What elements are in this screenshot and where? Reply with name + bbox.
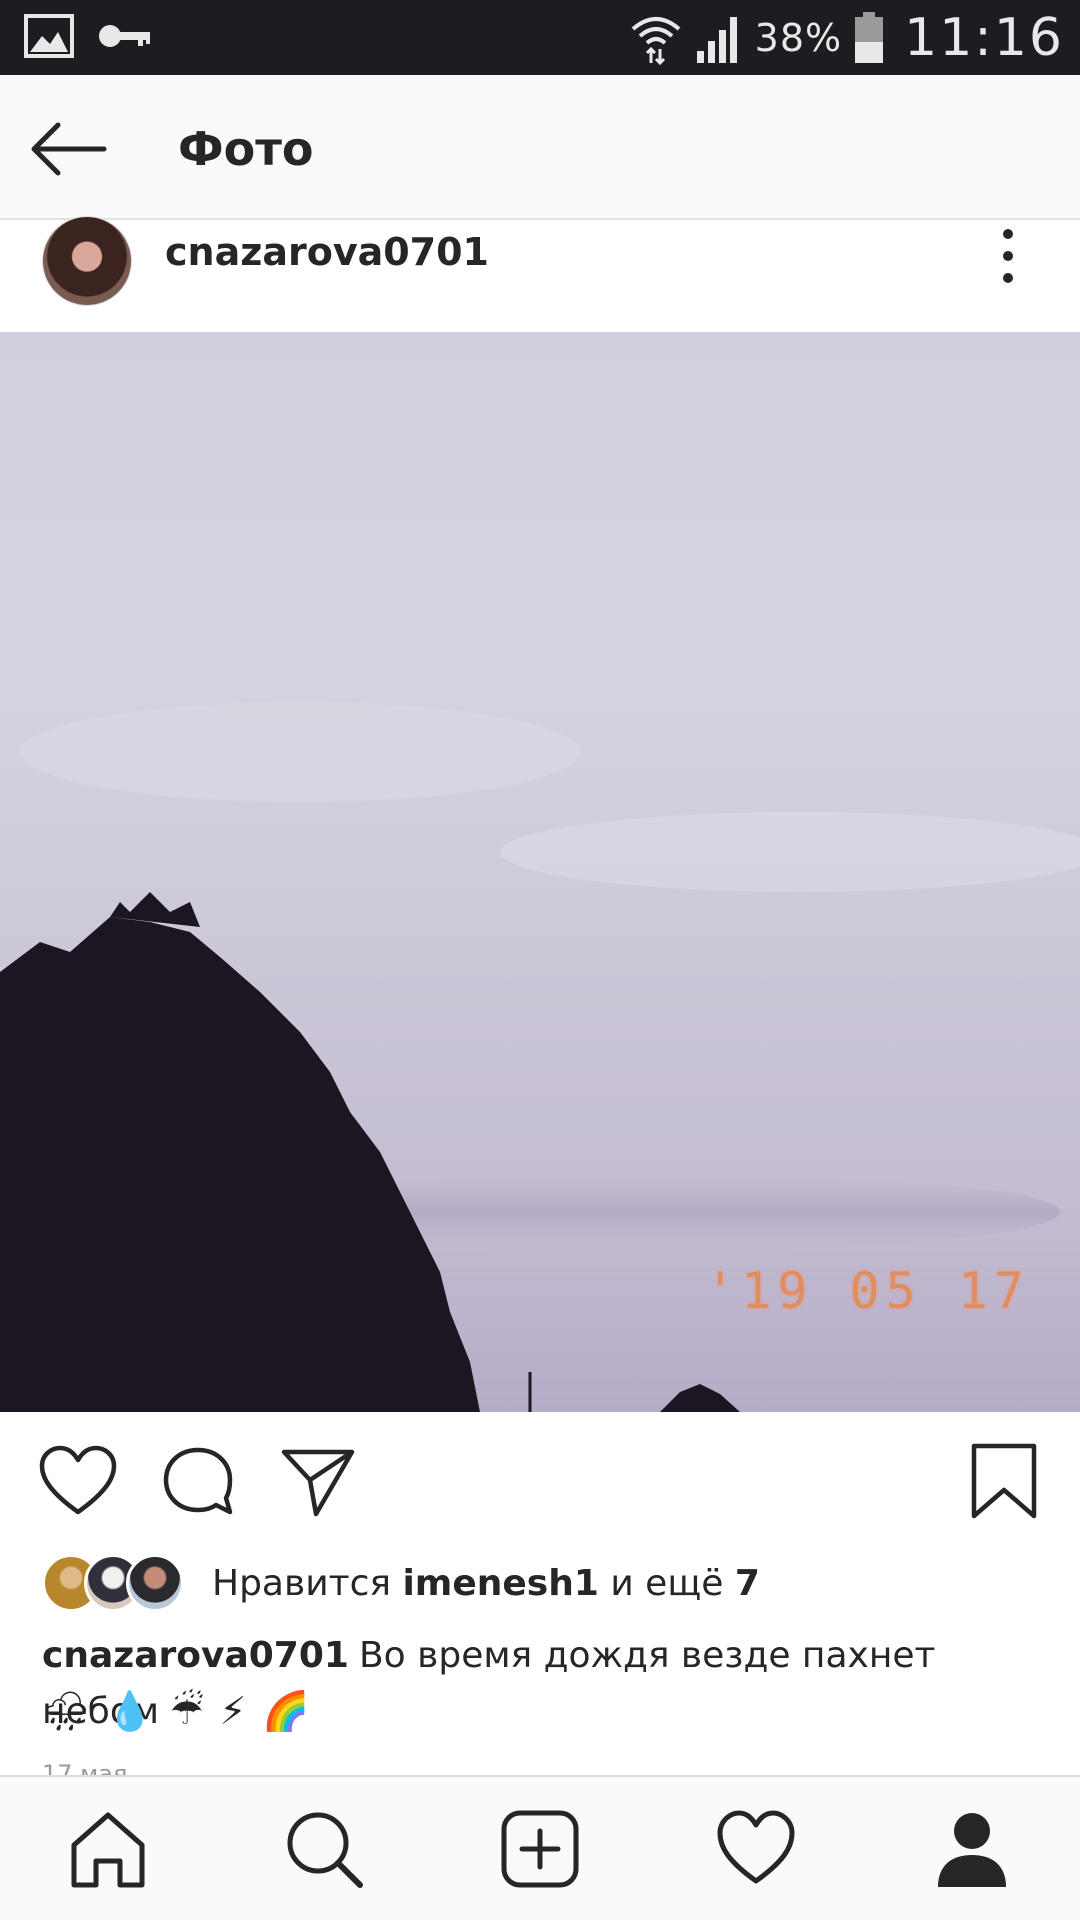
app-header: Фото [0, 75, 1080, 220]
umbrella-emoji: ☔ [169, 1689, 204, 1733]
comment-icon[interactable] [158, 1442, 238, 1522]
search-icon[interactable] [282, 1807, 366, 1891]
activity-heart-icon[interactable] [714, 1807, 798, 1891]
post-username[interactable]: cnazarova0701 [165, 230, 489, 274]
image-icon [24, 14, 74, 58]
post-date: 17 мая [42, 1760, 128, 1776]
signal-icon [696, 16, 737, 63]
back-arrow-icon[interactable] [28, 117, 112, 181]
rainbow-emoji: 🌈 [262, 1689, 310, 1733]
heart-icon[interactable] [38, 1442, 118, 1522]
post-actions [0, 1412, 1080, 1542]
likes-middle: и ещё [598, 1562, 735, 1604]
more-options-icon[interactable] [990, 226, 1026, 286]
bookmark-icon[interactable] [964, 1442, 1044, 1522]
profile-icon[interactable] [930, 1807, 1014, 1891]
lightning-emoji: ⚡ [219, 1689, 247, 1733]
status-bar: 38% 11:16 [0, 0, 1080, 75]
droplet-emoji: 💧 [106, 1689, 154, 1733]
photo-date-stamp: '19 05 17 [705, 1262, 1030, 1320]
post-photo[interactable]: '19 05 17 [0, 332, 1080, 1412]
share-icon[interactable] [278, 1442, 358, 1522]
likes-prefix: Нравится [212, 1562, 403, 1604]
avatar[interactable] [42, 216, 132, 306]
battery-icon [855, 11, 884, 63]
likes-row[interactable]: Нравится imenesh1 и ещё 7 [42, 1552, 760, 1614]
liker-avatar [126, 1554, 184, 1612]
likes-count[interactable]: 7 [735, 1563, 760, 1604]
rain-cloud-emoji: 🌧 [42, 1689, 91, 1733]
likes-text[interactable]: Нравится imenesh1 и ещё 7 [212, 1563, 760, 1604]
photo-scene [0, 702, 1080, 1412]
post-header: cnazarova0701 [0, 216, 1080, 332]
likes-user[interactable]: imenesh1 [402, 1563, 598, 1604]
clock: 11:16 [904, 7, 1064, 68]
home-icon[interactable] [66, 1807, 150, 1891]
bottom-nav [0, 1775, 1080, 1920]
battery-percent: 38% [754, 15, 843, 60]
wifi-icon [631, 16, 680, 65]
key-icon [99, 25, 150, 47]
add-post-icon[interactable] [498, 1807, 582, 1891]
caption-username[interactable]: cnazarova0701 [42, 1635, 349, 1676]
page-title: Фото [178, 122, 314, 176]
caption-emojis: 🌧 💧 ☔ ⚡ 🌈 [42, 1686, 310, 1736]
